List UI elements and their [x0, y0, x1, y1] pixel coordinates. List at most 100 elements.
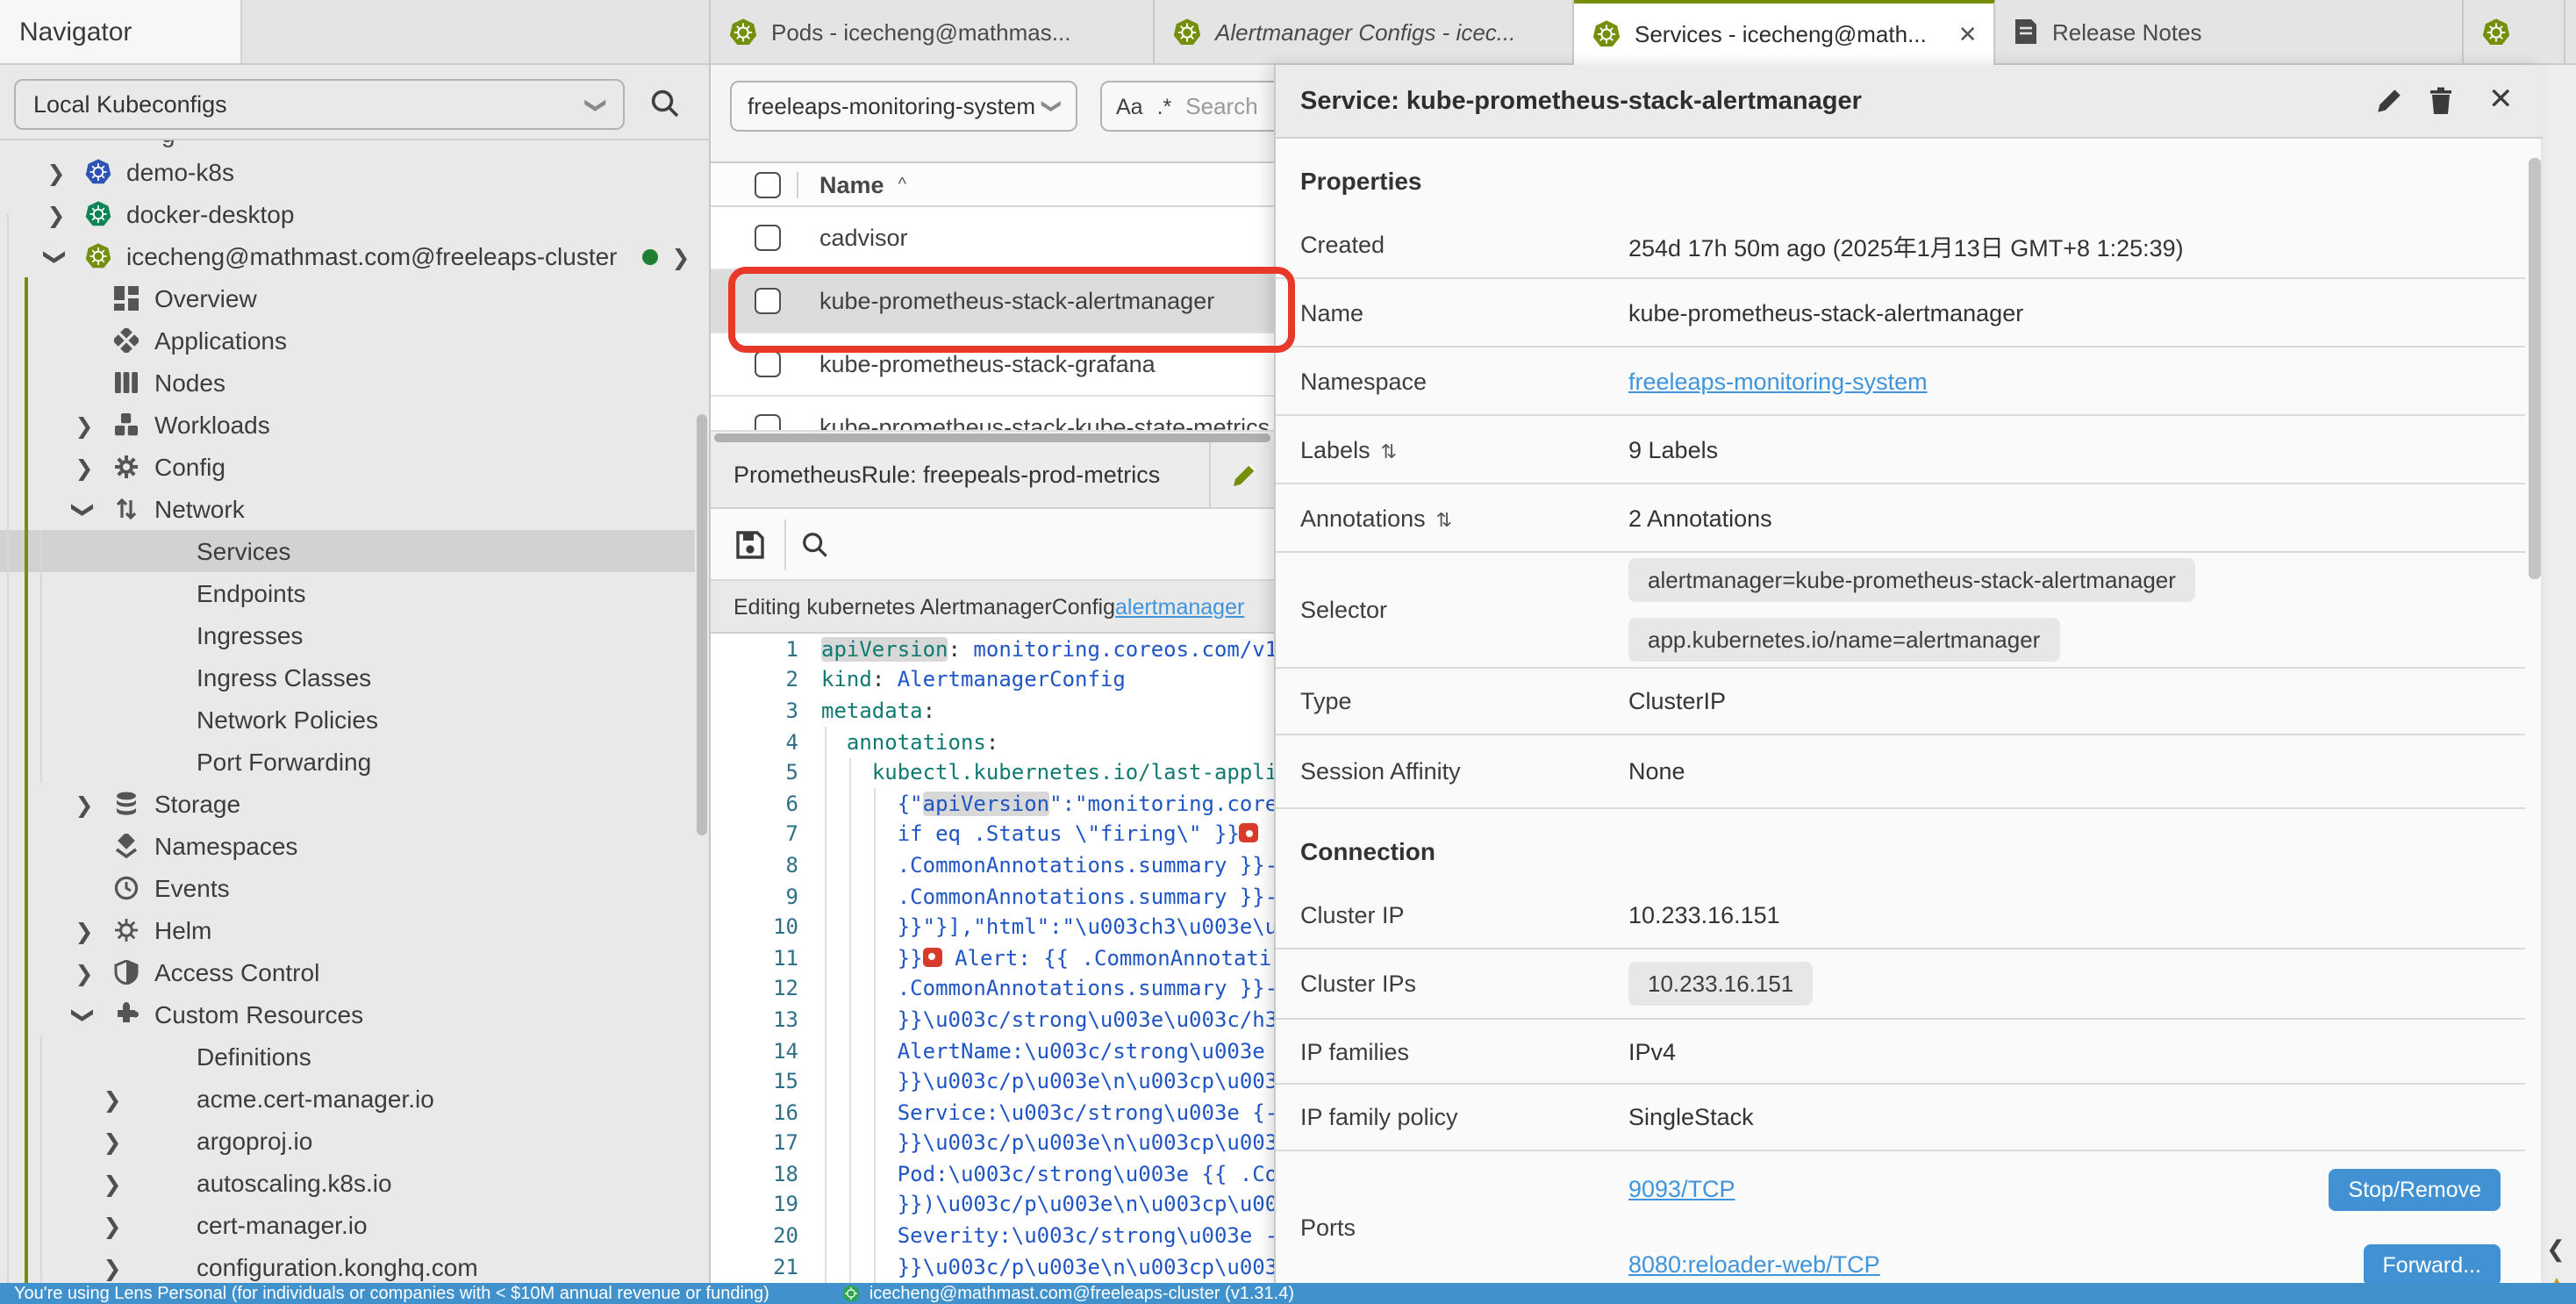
- property-label: Type: [1276, 688, 1628, 714]
- sidebar-item-config[interactable]: ❯Config: [0, 446, 695, 488]
- sidebar-item-argoproj-io[interactable]: ❯argoproj.io: [0, 1120, 695, 1162]
- sidebar-item-port-forwarding[interactable]: Port Forwarding: [0, 741, 695, 783]
- editor-search-icon[interactable]: [800, 530, 830, 560]
- chevron-right-icon[interactable]: ❯: [42, 159, 70, 185]
- chevron-right-icon[interactable]: ❯: [672, 243, 691, 269]
- horizontal-scrollbar-thumb[interactable]: [714, 433, 1270, 442]
- sidebar-item-namespaces[interactable]: Namespaces: [0, 825, 695, 867]
- chevron-right-icon[interactable]: ❯: [98, 1128, 126, 1154]
- sidebar-item-overview[interactable]: Overview: [0, 277, 695, 319]
- save-icon[interactable]: [735, 530, 765, 560]
- sidebar-item-workloads[interactable]: ❯Workloads: [0, 404, 695, 446]
- chevron-right-icon[interactable]: ❯: [98, 1254, 126, 1280]
- forward--button[interactable]: Forward...: [2363, 1243, 2501, 1283]
- sidebar-item-ingresses[interactable]: Ingresses: [0, 614, 695, 656]
- chevron-right-icon[interactable]: ❯: [70, 917, 98, 943]
- row-checkbox[interactable]: [755, 225, 781, 251]
- chevron-down-icon[interactable]: ❯: [71, 495, 97, 523]
- tab-services-icecheng-math[interactable]: Services - icecheng@math...✕: [1573, 0, 1994, 65]
- port-link[interactable]: 8080:reloader-web/TCP: [1628, 1251, 1880, 1278]
- yaml-editor[interactable]: 1apiVersion: monitoring.coreos.com/v12ki…: [711, 634, 1274, 1283]
- namespace-select[interactable]: freeleaps-monitoring-system ❯: [730, 81, 1077, 132]
- code-text: }})\u003c/p\u003e\n\u003cp\u00: [821, 1193, 1274, 1217]
- table-row-cadvisor[interactable]: cadvisor: [711, 207, 1274, 270]
- tab-partial[interactable]: [2463, 0, 2565, 63]
- puzzle-icon: [112, 1000, 140, 1028]
- namespace-link[interactable]: freeleaps-monitoring-system: [1628, 368, 1928, 394]
- close-tab-icon[interactable]: ✕: [1958, 20, 1978, 48]
- edit-icon[interactable]: [2374, 86, 2404, 116]
- sidebar-item-demo-k8s[interactable]: ❯ demo-k8s: [0, 151, 695, 193]
- sort-icon[interactable]: ⇅: [1381, 441, 1397, 462]
- sidebar-item-helm[interactable]: ❯Helm: [0, 909, 695, 951]
- chevron-right-icon[interactable]: ❯: [70, 454, 98, 480]
- chevron-right-icon[interactable]: ❯: [70, 412, 98, 438]
- sidebar-item-network[interactable]: ❯Network: [0, 488, 695, 530]
- property-value: 254d 17h 50m ago (2025年1月13日 GMT+8 1:25:…: [1628, 227, 2184, 262]
- close-icon[interactable]: ✕: [2488, 82, 2514, 118]
- name-column-header[interactable]: Name: [819, 171, 884, 197]
- indent-guide: [874, 788, 876, 1283]
- sidebar-item-icecheng-mathmast-com-freeleaps-cluster[interactable]: ❯icecheng@mathmast.com@freeleaps-cluster…: [0, 235, 695, 277]
- sidebar-item-access-control[interactable]: ❯ Access Control: [0, 951, 695, 993]
- chevron-right-icon[interactable]: ❯: [70, 791, 98, 817]
- sidebar-item-acme-cert-manager-io[interactable]: ❯acme.cert-manager.io: [0, 1078, 695, 1120]
- sidebar-item-network-policies[interactable]: Network Policies: [0, 699, 695, 741]
- sidebar-item-events[interactable]: Events: [0, 867, 695, 909]
- property-row-session-affinity: Session AffinityNone: [1276, 735, 2525, 809]
- collapse-chevron-icon[interactable]: ❮: [2546, 1236, 2565, 1264]
- row-checkbox[interactable]: [755, 288, 781, 314]
- active-cluster-status[interactable]: icecheng@mathmast.com@freeleaps-cluster …: [843, 1284, 1294, 1303]
- chevron-right-icon[interactable]: ❯: [70, 959, 98, 985]
- sidebar-item-definitions[interactable]: Definitions: [0, 1035, 695, 1078]
- edit-icon[interactable]: [1230, 462, 1258, 490]
- tab-release-notes[interactable]: Release Notes: [1994, 0, 2463, 63]
- row-checkbox[interactable]: [755, 351, 781, 377]
- sidebar-item-label: demo-k8s: [126, 158, 234, 186]
- match-case-icon[interactable]: Aa: [1116, 94, 1143, 118]
- panel-scrollbar[interactable]: [2529, 158, 2541, 579]
- sidebar-item-endpoints[interactable]: Endpoints: [0, 572, 695, 614]
- chevron-down-icon[interactable]: ❯: [43, 242, 69, 270]
- alertmanager-config-link[interactable]: alertmanager: [1115, 594, 1244, 619]
- sidebar-item-applications[interactable]: Applications: [0, 319, 695, 362]
- sidebar-item-cert-manager-io[interactable]: ❯cert-manager.io: [0, 1204, 695, 1246]
- regex-icon[interactable]: .*: [1157, 94, 1172, 118]
- sidebar-item-storage[interactable]: ❯Storage: [0, 783, 695, 825]
- sidebar-item-services[interactable]: Services: [0, 530, 695, 572]
- sort-asc-icon[interactable]: ^: [898, 175, 906, 194]
- kubeconfig-select[interactable]: Local Kubeconfigs ❯: [14, 79, 625, 130]
- search-icon[interactable]: [649, 88, 681, 119]
- port-link[interactable]: 9093/TCP: [1628, 1176, 1735, 1202]
- sidebar-item-configuration-konghq-com[interactable]: ❯configuration.konghq.com: [0, 1246, 695, 1283]
- chevron-right-icon[interactable]: ❯: [98, 1170, 126, 1196]
- property-row-namespace: Namespacefreeleaps-monitoring-system: [1276, 347, 2525, 416]
- table-row-kube-prometheus-stack-kube-state-metrics[interactable]: kube-prometheus-stack-kube-state-metrics: [711, 397, 1274, 430]
- table-row-kube-prometheus-stack-grafana[interactable]: kube-prometheus-stack-grafana: [711, 333, 1274, 397]
- row-checkbox[interactable]: [755, 414, 781, 430]
- sidebar-item-autoscaling-k8s-io[interactable]: ❯autoscaling.k8s.io: [0, 1162, 695, 1204]
- chevron-right-icon[interactable]: ❯: [98, 1212, 126, 1238]
- sidebar-item-label: Access Control: [154, 958, 319, 986]
- delete-icon[interactable]: [2427, 86, 2455, 116]
- table-row-kube-prometheus-stack-alertmanager[interactable]: kube-prometheus-stack-alertmanager: [711, 270, 1274, 333]
- sidebar-item-ingress-classes[interactable]: Ingress Classes: [0, 656, 695, 699]
- chevron-down-icon[interactable]: ❯: [71, 1000, 97, 1028]
- sort-icon[interactable]: ⇅: [1436, 510, 1452, 531]
- tab-pods-icecheng-mathmas[interactable]: Pods - icecheng@mathmas...: [708, 0, 1154, 63]
- sidebar-item-custom-resources[interactable]: ❯Custom Resources: [0, 993, 695, 1035]
- sidebar-item-nodes[interactable]: Nodes: [0, 362, 695, 404]
- sidebar-item-docker-desktop[interactable]: ❯docker-desktop: [0, 193, 695, 235]
- tab-alertmanager-configs-icec[interactable]: Alertmanager Configs - icec...: [1154, 0, 1573, 63]
- horizontal-scrollbar[interactable]: [711, 430, 1274, 442]
- sidebar-scrollbar[interactable]: [697, 414, 707, 835]
- select-all-checkbox[interactable]: [755, 171, 781, 197]
- stop-remove-button[interactable]: Stop/Remove: [2329, 1168, 2501, 1210]
- chevron-right-icon[interactable]: ❯: [98, 1085, 126, 1112]
- navigator-tab[interactable]: Navigator: [0, 0, 242, 63]
- line-number: 14: [711, 1038, 798, 1063]
- search-input[interactable]: Aa .* Search: [1100, 81, 1274, 132]
- service-name: kube-prometheus-stack-grafana: [819, 351, 1156, 377]
- document-icon: [2012, 18, 2038, 46]
- chevron-right-icon[interactable]: ❯: [42, 201, 70, 227]
